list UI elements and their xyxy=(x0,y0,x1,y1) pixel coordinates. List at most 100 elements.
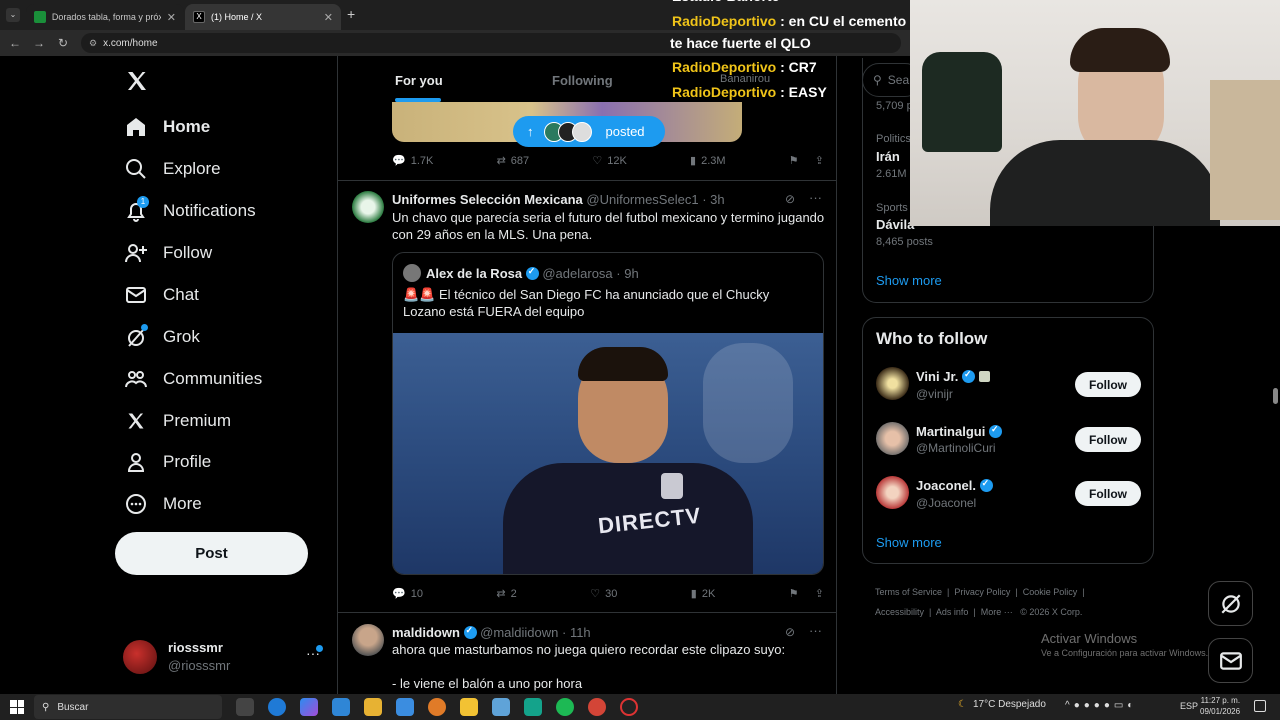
footer-link[interactable]: Terms of Service xyxy=(875,587,942,597)
user-handle: @MartinoliCuri xyxy=(916,441,996,455)
outlook-icon[interactable] xyxy=(332,698,350,716)
grok-icon[interactable]: ⊘ xyxy=(785,192,795,206)
windows-start-icon[interactable] xyxy=(10,700,24,714)
chrome-icon[interactable] xyxy=(588,698,606,716)
trend-name[interactable]: Irán xyxy=(876,149,900,164)
more-dots-icon[interactable]: ··· xyxy=(809,190,822,205)
repost-button[interactable]: ⇄ 2 xyxy=(496,587,516,601)
bookmark-icon[interactable]: ⚑ xyxy=(789,154,799,167)
account-switcher[interactable]: riosssmr @riosssmr ··· xyxy=(123,639,323,675)
tab-following[interactable]: Following xyxy=(552,73,613,88)
app-icon[interactable] xyxy=(524,698,542,716)
quote-image[interactable]: DIRECTV xyxy=(393,333,823,574)
footer-link[interactable]: More ··· xyxy=(981,607,1013,617)
x-logo-icon[interactable] xyxy=(125,69,149,93)
avatar[interactable] xyxy=(352,191,384,223)
follow-name-row[interactable]: Vini Jr. xyxy=(916,369,990,384)
file-explorer-icon[interactable] xyxy=(460,698,478,716)
scrollbar-thumb[interactable] xyxy=(1273,388,1278,404)
author-name: Alex de la Rosa xyxy=(426,266,523,281)
views-button[interactable]: ▮ 2.3M xyxy=(690,154,726,168)
obs-icon[interactable] xyxy=(620,698,638,716)
follow-name-row[interactable]: Martinalgui xyxy=(916,424,1002,439)
follow-button[interactable]: Follow xyxy=(1075,427,1141,452)
edge-icon[interactable] xyxy=(268,698,286,716)
show-more-link[interactable]: Show more xyxy=(876,535,942,550)
clock-time: 11:27 p. m. xyxy=(1200,696,1241,705)
footer-link[interactable]: Accessibility xyxy=(875,607,924,617)
avatar[interactable] xyxy=(876,367,909,400)
like-button[interactable]: ♡ 12K xyxy=(592,154,627,168)
author-name[interactable]: Uniformes Selección Mexicana xyxy=(392,192,583,207)
back-button[interactable]: ← xyxy=(3,36,27,50)
vscode-icon[interactable] xyxy=(396,698,414,716)
chat-line: RadioDeportivo : CR7 xyxy=(672,55,817,79)
footer-link[interactable]: Ads info xyxy=(936,607,969,617)
grok-icon[interactable]: ⊘ xyxy=(785,625,795,639)
close-tab-icon[interactable]: ✕ xyxy=(167,11,176,24)
nav-communities[interactable]: Communities xyxy=(125,368,262,390)
copilot-icon[interactable] xyxy=(300,698,318,716)
system-tray-icons[interactable]: ^●●●●▭◐ xyxy=(1065,700,1137,711)
follow-name-row[interactable]: Joaconel. xyxy=(916,478,993,493)
nav-premium[interactable]: Premium xyxy=(125,410,231,432)
nav-chat[interactable]: Chat xyxy=(125,284,199,306)
avatar[interactable] xyxy=(876,422,909,455)
share-icon[interactable]: ⇪ xyxy=(815,587,824,600)
reply-button[interactable]: 💬 10 xyxy=(392,587,423,601)
tab-x-home[interactable]: X (1) Home / X ✕ xyxy=(185,4,341,30)
author-handle[interactable]: @maldiidown xyxy=(480,625,558,640)
spotify-icon[interactable] xyxy=(556,698,574,716)
forward-button[interactable]: → xyxy=(27,36,51,50)
author-handle[interactable]: @UniformesSelec1 xyxy=(586,192,698,207)
weather-widget[interactable]: ☾ 17°C Despejado xyxy=(958,699,1046,710)
more-circle-icon xyxy=(125,493,147,515)
new-posts-pill[interactable]: ↑ posted xyxy=(513,116,665,147)
firefox-icon[interactable] xyxy=(428,698,446,716)
like-count: 12K xyxy=(607,154,627,167)
nav-home[interactable]: Home xyxy=(125,116,210,138)
follow-button[interactable]: Follow xyxy=(1075,372,1141,397)
new-tab-button[interactable]: + xyxy=(347,6,355,22)
task-view-icon[interactable] xyxy=(236,698,254,716)
close-tab-icon[interactable]: ✕ xyxy=(324,11,333,24)
nav-more[interactable]: More xyxy=(125,493,202,515)
trend-name[interactable]: Dávila xyxy=(876,217,914,232)
language-indicator[interactable]: ESP xyxy=(1180,701,1198,711)
avatar[interactable] xyxy=(876,476,909,509)
tab-list-button[interactable]: ⌄ xyxy=(6,8,20,22)
nav-notifications[interactable]: 1 Notifications xyxy=(125,196,256,222)
nav-grok[interactable]: Grok xyxy=(125,324,200,348)
nav-profile[interactable]: Profile xyxy=(125,451,211,473)
reload-button[interactable]: ↻ xyxy=(51,36,75,50)
bookmark-icon[interactable]: ⚑ xyxy=(789,587,799,600)
footer-link[interactable]: Privacy Policy xyxy=(954,587,1010,597)
repost-button[interactable]: ⇄ 687 xyxy=(497,154,530,168)
tab-for-you[interactable]: For you xyxy=(395,73,443,88)
app-icon[interactable] xyxy=(492,698,510,716)
reply-button[interactable]: 💬 1.7K xyxy=(392,154,433,168)
author-name[interactable]: maldidown xyxy=(392,625,460,640)
nav-explore[interactable]: Explore xyxy=(125,158,221,180)
follow-button[interactable]: Follow xyxy=(1075,481,1141,506)
avatar[interactable] xyxy=(352,624,384,656)
messages-float-button[interactable] xyxy=(1208,638,1253,683)
nav-follow[interactable]: Follow xyxy=(125,242,212,264)
more-dots-icon[interactable]: ··· xyxy=(809,623,822,638)
tab-dorados[interactable]: Dorados tabla, forma y próximo ✕ xyxy=(26,4,184,30)
site-info-icon[interactable]: ⚙ xyxy=(89,38,97,49)
quoted-post[interactable]: Alex de la Rosa @adelarosa · 9h 🚨🚨 El té… xyxy=(392,252,824,575)
grok-float-button[interactable] xyxy=(1208,581,1253,626)
share-icon[interactable]: ⇪ xyxy=(815,154,824,167)
clock[interactable]: 11:27 p. m. 09/01/2026 xyxy=(1200,695,1240,717)
views-button[interactable]: ▮ 2K xyxy=(691,587,716,601)
show-more-link[interactable]: Show more xyxy=(876,273,942,288)
notification-center-icon[interactable] xyxy=(1254,700,1266,712)
like-button[interactable]: ♡ 30 xyxy=(590,587,617,601)
post-time[interactable]: · 11h xyxy=(562,625,591,640)
post-time[interactable]: · 3h xyxy=(702,192,724,207)
footer-link[interactable]: Cookie Policy xyxy=(1023,587,1078,597)
taskbar-search[interactable]: ⚲ Buscar xyxy=(34,695,222,719)
post-button[interactable]: Post xyxy=(115,532,308,575)
store-icon[interactable] xyxy=(364,698,382,716)
